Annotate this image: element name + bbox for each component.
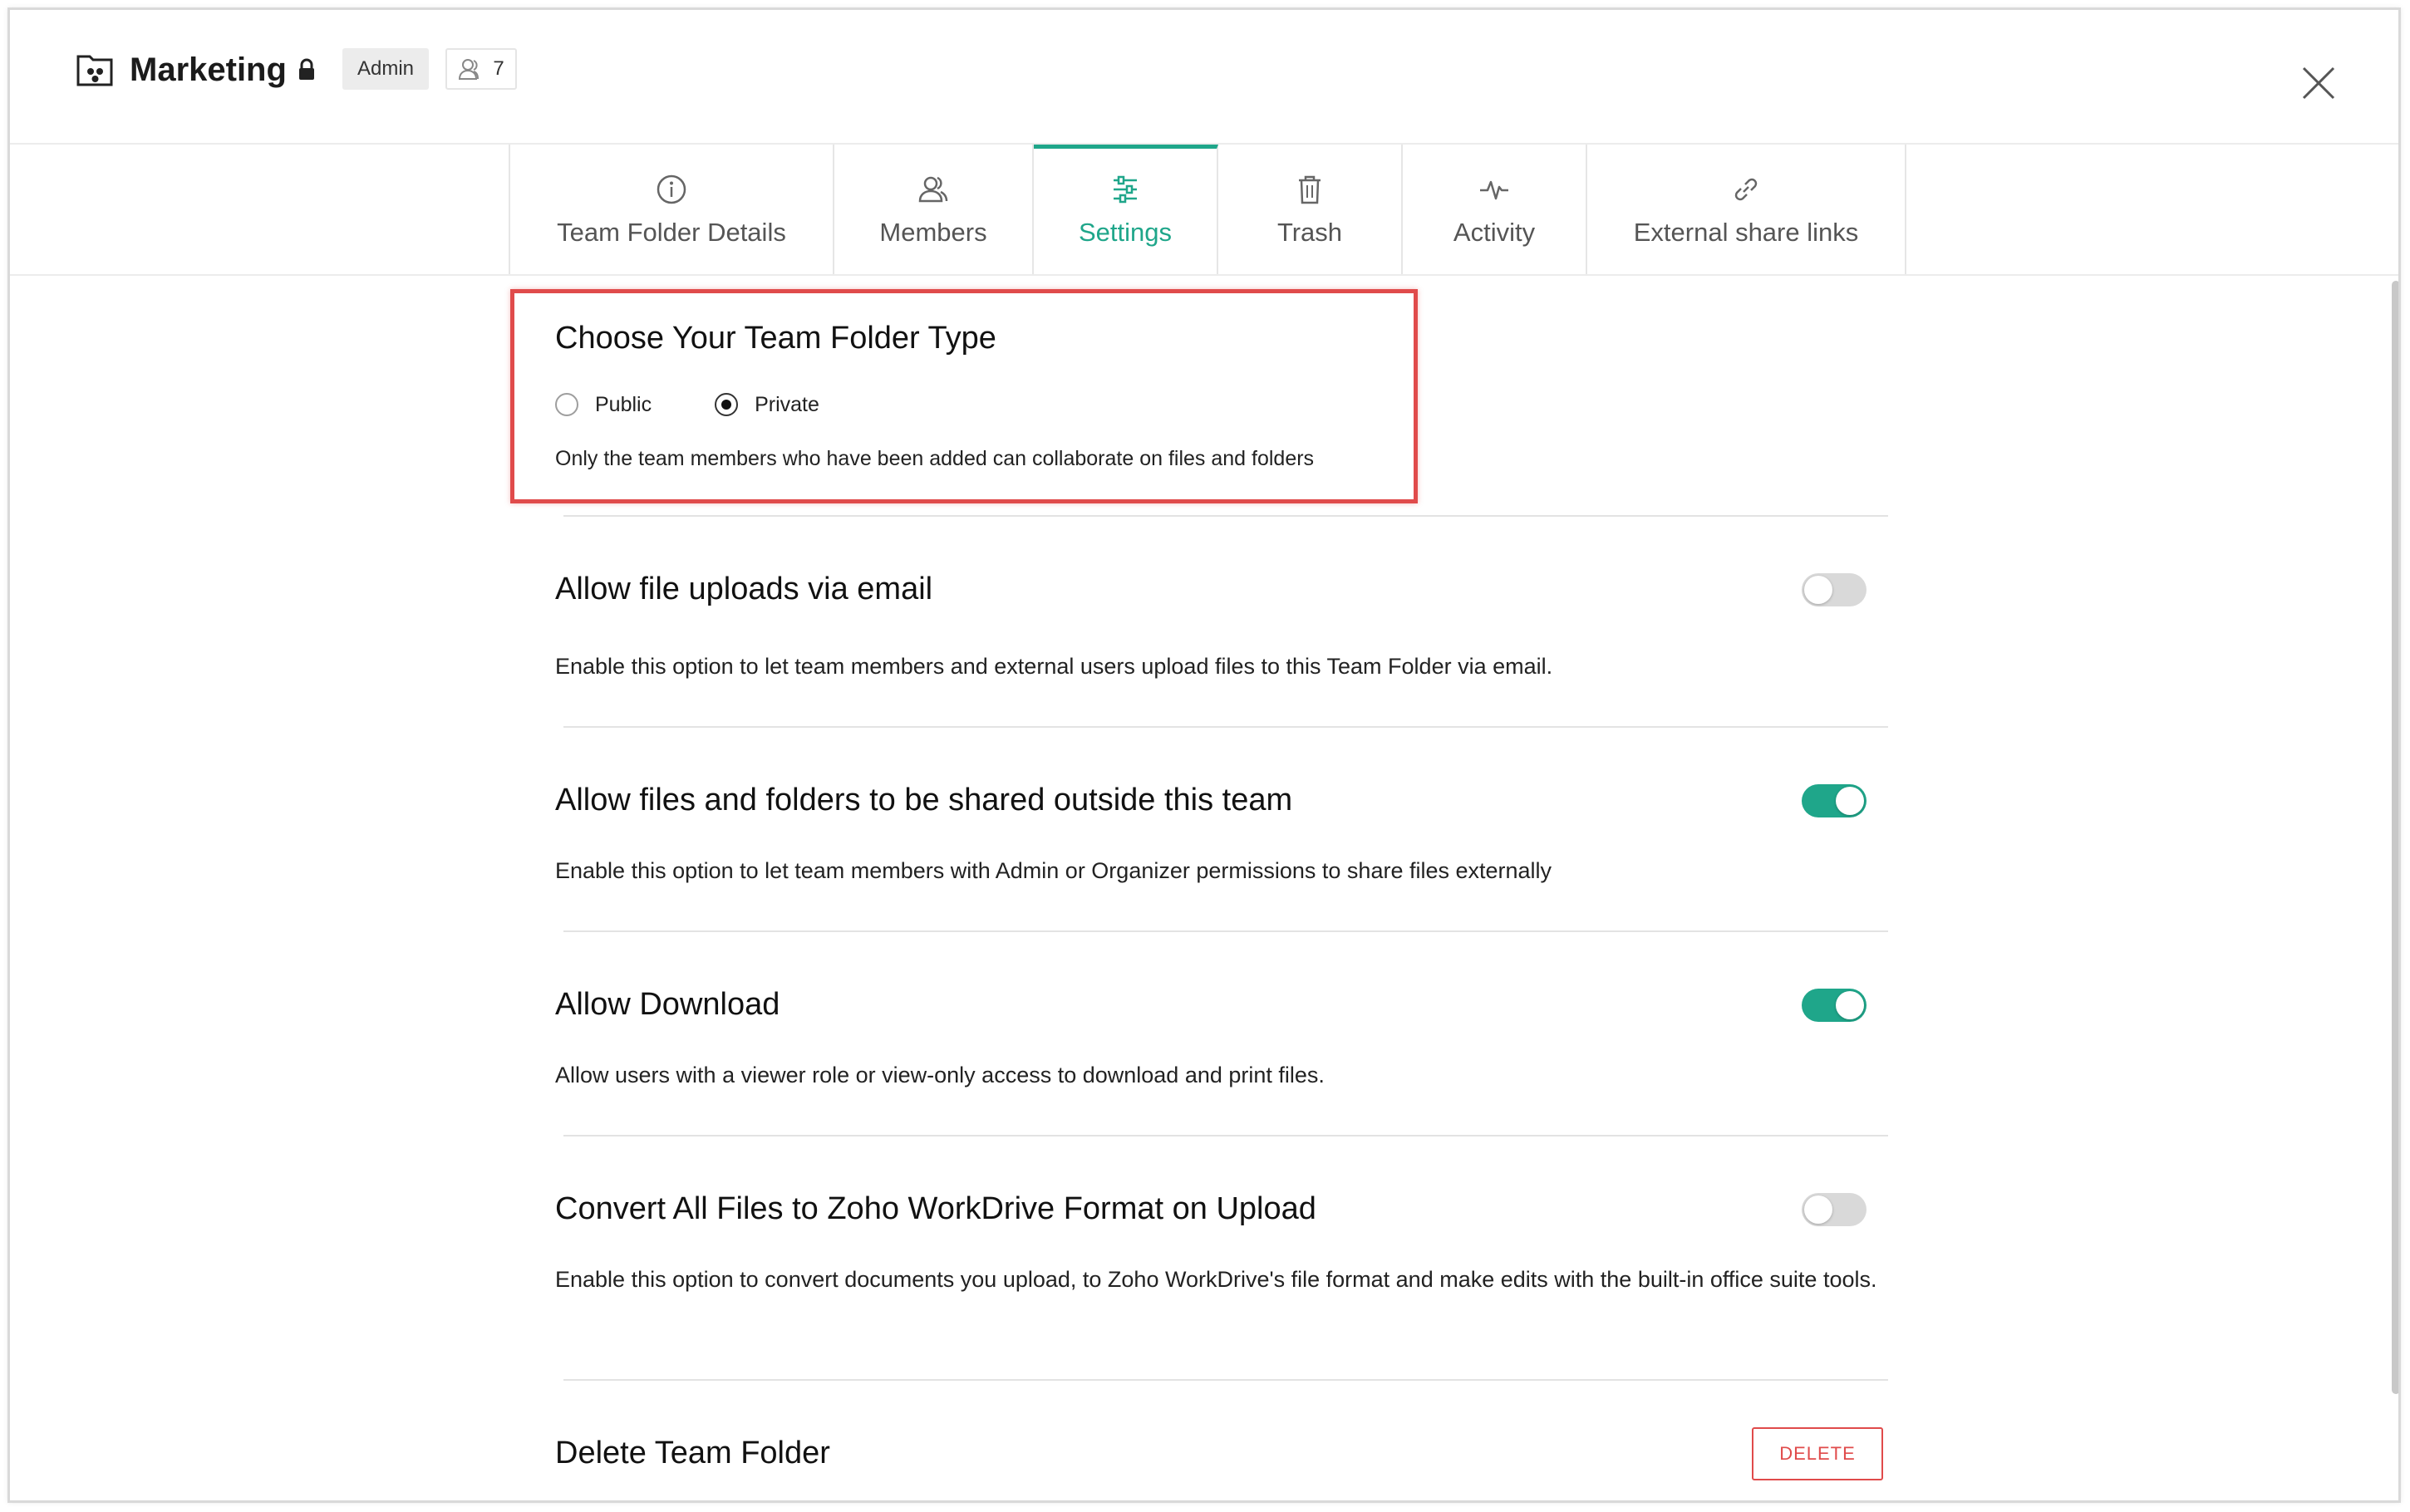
radio-button[interactable] [715,393,739,416]
delete-section-title: Delete Team Folder [555,1436,830,1470]
page-title: Marketing [130,52,287,88]
tab-trash[interactable]: Trash [1218,145,1403,274]
divider [563,1379,1888,1381]
toggle-allow-download[interactable] [1802,989,1867,1022]
radio-label: Public [595,392,652,416]
link-icon [1734,178,1758,201]
toggle-knob [1836,991,1864,1019]
tab-label: Members [879,218,987,247]
setting-description: Allow users with a viewer role or view-o… [555,1063,1325,1087]
tab-members[interactable]: Members [834,145,1034,274]
setting-title: Allow file uploads via email [555,572,933,606]
tab-bar: Team Folder Details Members Settings Tra… [10,143,2398,276]
setting-title: Allow files and folders to be shared out… [555,783,1293,817]
tab-external-share-links[interactable]: External share links [1587,145,1906,274]
lock-icon [299,58,314,80]
radio-label: Private [755,392,819,416]
radio-button[interactable] [555,393,578,416]
radio-public[interactable]: Public [555,393,652,417]
team-folder-icon [76,55,113,86]
setting-title: Convert All Files to Zoho WorkDrive Form… [555,1191,1316,1226]
tab-label: External share links [1633,218,1859,247]
scrollbar[interactable] [2392,281,2398,1394]
toggle-email-upload[interactable] [1802,573,1867,606]
divider [563,930,1888,932]
team-folder-settings-modal: Marketing Admin 7 Team Folder Details Me… [7,7,2401,1503]
toggle-knob [1836,787,1864,815]
setting-description: Enable this option to convert documents … [555,1267,1877,1292]
tab-label: Activity [1453,218,1536,247]
members-icon [918,176,948,203]
tab-team-folder-details[interactable]: Team Folder Details [509,145,834,274]
role-badge: Admin [342,48,429,90]
toggle-convert-format[interactable] [1802,1193,1867,1226]
folder-type-description: Only the team members who have been adde… [555,447,1315,470]
tab-label: Team Folder Details [557,218,786,247]
tab-settings[interactable]: Settings [1034,145,1218,274]
tab-label: Trash [1276,218,1343,247]
divider [563,515,1888,517]
sliders-icon [1114,175,1137,204]
members-icon [459,59,480,80]
toggle-share-outside[interactable] [1802,784,1867,817]
tab-label: Settings [1078,218,1172,247]
members-count-badge[interactable]: 7 [445,48,517,90]
close-icon[interactable] [2297,61,2340,105]
setting-description: Enable this option to let team members w… [555,858,1552,883]
delete-button[interactable]: DELETE [1752,1427,1883,1480]
setting-description: Enable this option to let team members a… [555,654,1553,679]
members-count: 7 [493,57,504,80]
folder-type-title: Choose Your Team Folder Type [555,321,996,356]
folder-type-radio-group: Public Private [555,388,883,421]
toggle-knob [1804,576,1832,604]
modal-header: Marketing Admin 7 [10,10,2398,143]
info-icon [657,174,686,204]
activity-icon [1480,180,1508,200]
toggle-knob [1804,1195,1832,1224]
setting-title: Allow Download [555,987,780,1022]
divider [563,726,1888,728]
tab-activity[interactable]: Activity [1403,145,1587,274]
trash-icon [1299,175,1321,204]
divider [563,1135,1888,1136]
radio-private[interactable]: Private [715,393,819,417]
